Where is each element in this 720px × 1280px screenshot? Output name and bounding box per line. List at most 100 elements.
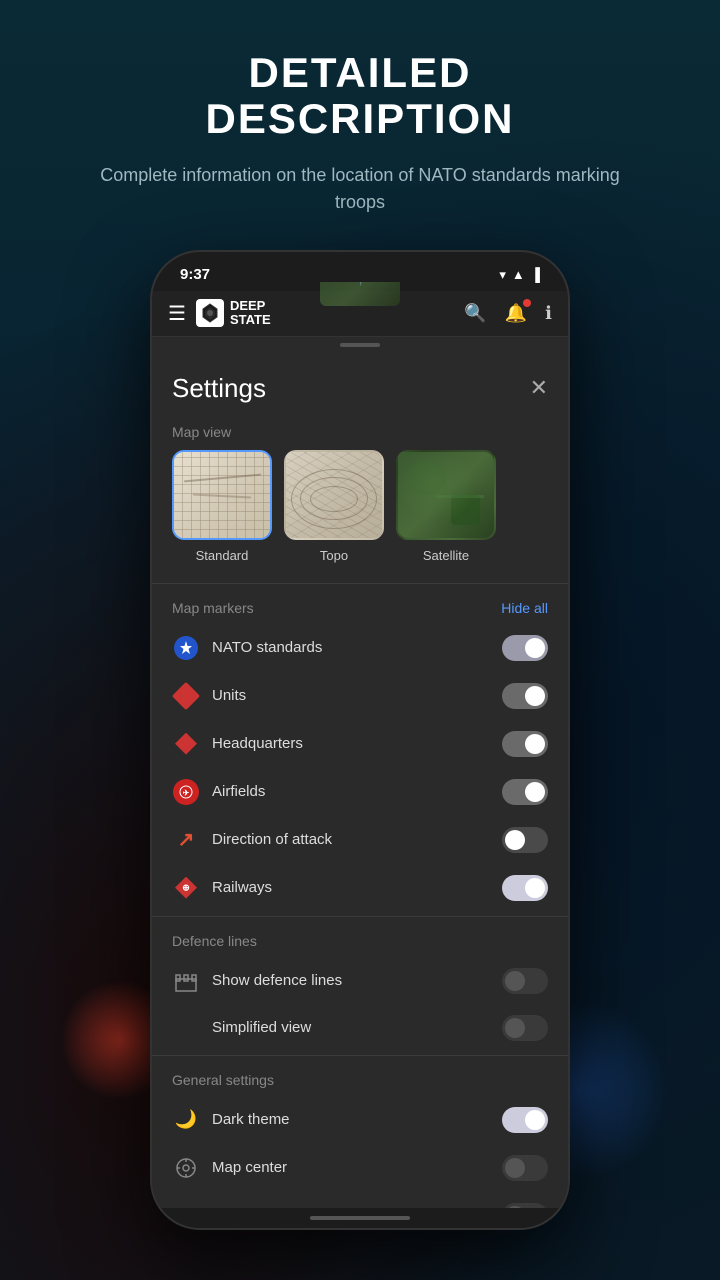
railways-row: ⊕ Railways [152, 864, 568, 912]
svg-text:✈: ✈ [183, 788, 190, 797]
nato-label: NATO standards [212, 639, 322, 656]
attack-toggle[interactable] [502, 827, 548, 853]
defence-section-label: Defence lines [152, 933, 568, 957]
railway-diamond: ⊕ [173, 875, 199, 901]
close-button[interactable]: ✕ [530, 375, 548, 401]
hq-toggle[interactable] [502, 731, 548, 757]
nato-standards-row: NATO standards [152, 624, 568, 672]
battery-icon: ▐ [531, 267, 540, 282]
topo-thumb[interactable] [284, 450, 384, 540]
satellite-thumb[interactable] [396, 450, 496, 540]
home-indicator [310, 1216, 410, 1220]
units-row: Units [152, 672, 568, 720]
page-title: DETAILED DESCRIPTION [0, 50, 720, 142]
info-icon[interactable]: ℹ [545, 303, 552, 324]
dark-theme-row: 🌙 Dark theme [152, 1096, 568, 1144]
imperial-scale-row: Imperial scale [152, 1192, 568, 1208]
satellite-label: Satellite [423, 548, 469, 563]
dark-theme-label: Dark theme [212, 1111, 290, 1128]
markers-header: Map markers Hide all [152, 588, 568, 624]
airfield-icon: ✈ [172, 778, 200, 806]
app-header: ☰ DEEP STATE [152, 291, 568, 337]
headquarters-row: Headquarters [152, 720, 568, 768]
settings-header: Settings ✕ [152, 353, 568, 416]
defence-left: Show defence lines [172, 967, 342, 995]
toggle-left: ↗ Direction of attack [172, 826, 332, 854]
imperial-toggle-thumb [505, 1206, 525, 1208]
defence-toggle[interactable] [502, 968, 548, 994]
units-diamond [172, 681, 200, 709]
dark-theme-toggle[interactable] [502, 1107, 548, 1133]
crosshair-svg [175, 1157, 197, 1179]
general-section: General settings 🌙 Dark theme [152, 1060, 568, 1208]
markers-section-label: Map markers [172, 600, 254, 616]
nato-icon [172, 634, 200, 662]
simplified-toggle-thumb [505, 1018, 525, 1038]
status-icons: ▾ ▲ ▐ [499, 267, 540, 283]
show-defence-row: Show defence lines [152, 957, 568, 1005]
hq-label: Headquarters [212, 735, 303, 752]
map-view-standard[interactable]: Standard [172, 450, 272, 563]
page-subtitle: Complete information on the location of … [0, 162, 720, 216]
app-logo: DEEP STATE [196, 299, 271, 328]
map-center-toggle[interactable] [502, 1155, 548, 1181]
divider-2 [152, 916, 568, 917]
search-icon[interactable]: 🔍 [464, 303, 486, 324]
nato-toggle[interactable] [502, 635, 548, 661]
railway-icon: ⊕ [172, 874, 200, 902]
crosshair-icon [172, 1154, 200, 1182]
airfield-circle: ✈ [173, 779, 199, 805]
notification-badge [523, 299, 531, 307]
toggle-left: Headquarters [172, 730, 303, 758]
hide-all-button[interactable]: Hide all [501, 600, 548, 616]
direction-of-attack-row: ↗ Direction of attack [152, 816, 568, 864]
phone-mockup: 9:37 ▾ ▲ ▐ ☰ [150, 250, 570, 1230]
railways-label: Railways [212, 879, 272, 896]
map-view-topo[interactable]: Topo [284, 450, 384, 563]
airfields-row: ✈ Airfields [152, 768, 568, 816]
logo-icon [196, 299, 224, 327]
divider-1 [152, 583, 568, 584]
toggle-left: Map center [172, 1154, 287, 1182]
attack-icon: ↗ [172, 826, 200, 854]
moon-glyph: 🌙 [175, 1109, 197, 1130]
moon-icon: 🌙 [172, 1106, 200, 1134]
units-toggle-thumb [525, 686, 545, 706]
defence-toggle-thumb [505, 971, 525, 991]
castle-icon [174, 969, 198, 993]
status-time: 9:37 [180, 266, 210, 283]
map-view-satellite[interactable]: Satellite [396, 450, 496, 563]
topo-label: Topo [320, 548, 348, 563]
general-section-label: General settings [152, 1072, 568, 1096]
hq-diamond [175, 733, 197, 755]
toggle-left: ⊕ Railways [172, 874, 272, 902]
airfields-toggle-thumb [525, 782, 545, 802]
simplified-toggle[interactable] [502, 1015, 548, 1041]
scroll-indicator [152, 337, 568, 353]
airfield-svg: ✈ [179, 785, 193, 799]
nato-toggle-thumb [525, 638, 545, 658]
map-center-toggle-thumb [505, 1158, 525, 1178]
attack-arrow: ↗ [178, 827, 195, 852]
notification-icon[interactable]: 🔔 [505, 303, 527, 324]
airfields-toggle[interactable] [502, 779, 548, 805]
defence-section: Defence lines [152, 921, 568, 1051]
signal-icon: ▲ [512, 267, 525, 282]
logo-svg [199, 302, 221, 324]
dark-theme-toggle-thumb [525, 1110, 545, 1130]
map-views: Standard Topo [152, 450, 568, 579]
units-toggle[interactable] [502, 683, 548, 709]
map-center-row: Map center [152, 1144, 568, 1192]
standard-label: Standard [196, 548, 249, 563]
map-center-label: Map center [212, 1159, 287, 1176]
toggle-left: ✈ Airfields [172, 778, 265, 806]
settings-panel[interactable]: Settings ✕ Map view [152, 353, 568, 1208]
imperial-toggle[interactable] [502, 1203, 548, 1208]
railways-toggle[interactable] [502, 875, 548, 901]
toggle-left: NATO standards [172, 634, 322, 662]
standard-thumb[interactable] [172, 450, 272, 540]
airfields-label: Airfields [212, 783, 265, 800]
simplified-view-row: Simplified view [152, 1005, 568, 1051]
hamburger-icon[interactable]: ☰ [168, 301, 186, 326]
divider-3 [152, 1055, 568, 1056]
